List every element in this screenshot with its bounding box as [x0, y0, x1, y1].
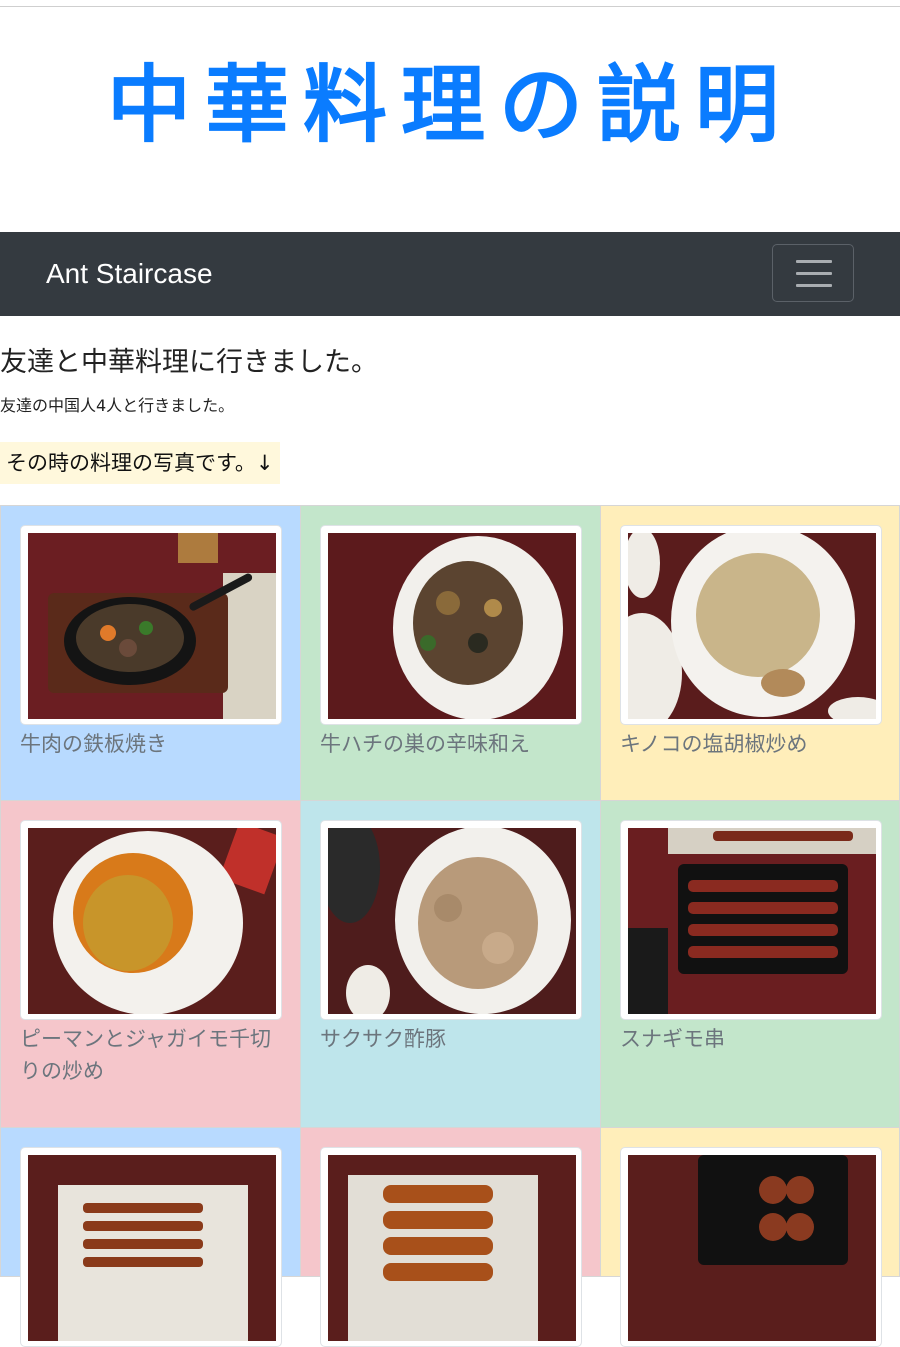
food-photo: [628, 533, 876, 719]
food-photo-frame[interactable]: [20, 820, 282, 1020]
food-photo: [628, 1155, 876, 1341]
gallery-item: 牛ハチの巣の辛味和え: [300, 505, 601, 801]
navbar: Ant Staircase: [0, 232, 900, 316]
food-photo-frame[interactable]: [20, 1147, 282, 1347]
food-photo-frame[interactable]: [20, 525, 282, 725]
food-caption: 牛肉の鉄板焼き: [20, 732, 167, 756]
food-photo: [328, 1155, 576, 1341]
page-subtext: 友達の中国人4人と行きました。: [0, 396, 235, 415]
gallery-item: サクサク酢豚: [300, 800, 601, 1132]
food-photo-frame[interactable]: [320, 820, 582, 1020]
photo-note: その時の料理の写真です。↓: [0, 442, 280, 484]
gallery-item: 牛肉の鉄板焼き: [0, 505, 301, 801]
food-caption: スナギモ串: [620, 1027, 725, 1051]
food-photo: [28, 533, 276, 719]
gallery-item: キノコの塩胡椒炒め: [600, 505, 900, 801]
food-photo: [328, 533, 576, 719]
food-photo: [28, 828, 276, 1014]
food-caption: サクサク酢豚: [320, 1027, 446, 1051]
food-photo: [28, 1155, 276, 1341]
gallery-item: [300, 1127, 601, 1347]
hero-header: 中華料理の説明: [0, 7, 900, 232]
gallery-item: ピーマンとジャガイモ千切りの炒め: [0, 800, 301, 1132]
food-caption: キノコの塩胡椒炒め: [620, 732, 808, 756]
food-photo-frame[interactable]: [620, 1147, 882, 1347]
food-caption: ピーマンとジャガイモ千切りの炒め: [20, 1027, 271, 1083]
food-photo-frame[interactable]: [320, 525, 582, 725]
site-title: 中華料理の説明: [106, 55, 793, 154]
food-photo: [328, 828, 576, 1014]
page-heading: 友達と中華料理に行きました。: [0, 347, 378, 378]
food-photo-frame[interactable]: [320, 1147, 582, 1347]
food-caption: 牛ハチの巣の辛味和え: [320, 732, 530, 756]
food-photo: [628, 828, 876, 1014]
gallery-item: スナギモ串: [600, 800, 900, 1132]
gallery-item: [0, 1127, 301, 1347]
food-photo-frame[interactable]: [620, 525, 882, 725]
gallery-item: [600, 1127, 900, 1347]
food-photo-frame[interactable]: [620, 820, 882, 1020]
navbar-toggler-button[interactable]: [772, 244, 854, 302]
navbar-brand[interactable]: Ant Staircase: [46, 232, 213, 316]
